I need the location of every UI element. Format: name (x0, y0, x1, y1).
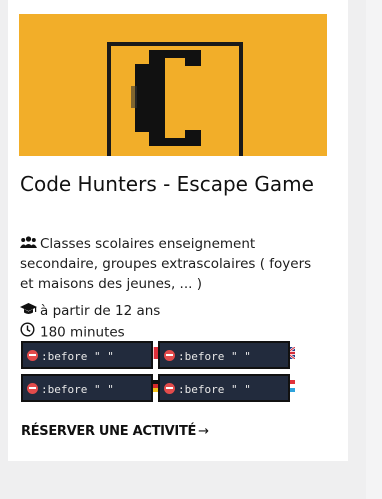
age-row: à partir de 12 ans (20, 301, 320, 321)
language-flags: :before " " :before " " :before " " :bef… (21, 334, 306, 408)
scrollbar[interactable] (366, 0, 382, 499)
audience-text: Classes scolaires enseignement secondair… (20, 236, 312, 292)
error-icon (27, 383, 38, 394)
debug-tooltip: :before " " (158, 341, 290, 369)
users-icon (20, 234, 40, 254)
activity-title[interactable]: Code Hunters - Escape Game (20, 171, 320, 198)
debug-tooltip: :before " " (158, 374, 290, 402)
book-activity-label: RÉSERVER UNE ACTIVITÉ (21, 424, 197, 439)
arrow-right-icon: → (198, 424, 209, 439)
graduation-cap-icon (20, 301, 40, 321)
debug-tooltip: :before " " (21, 374, 153, 402)
activity-image[interactable] (19, 14, 327, 156)
book-activity-link[interactable]: RÉSERVER UNE ACTIVITÉ → (21, 424, 209, 439)
error-icon (164, 383, 175, 394)
age-text: à partir de 12 ans (40, 303, 161, 319)
error-icon (27, 350, 38, 361)
code-hunters-logo (131, 50, 201, 146)
error-icon (164, 350, 175, 361)
audience-row: Classes scolaires enseignement secondair… (20, 234, 320, 294)
debug-tooltip: :before " " (21, 341, 153, 369)
